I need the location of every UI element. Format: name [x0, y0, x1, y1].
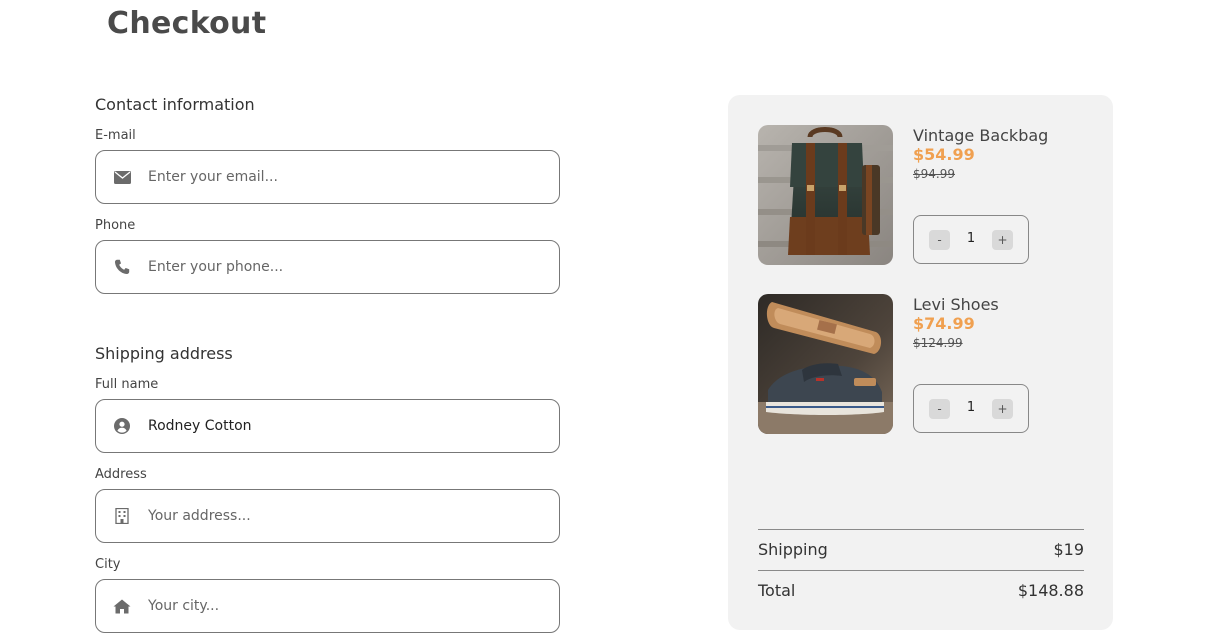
shoes-image: [758, 294, 893, 434]
increase-quantity-button[interactable]: +: [992, 230, 1013, 250]
home-icon: [96, 599, 148, 614]
page-title: Checkout: [107, 6, 267, 41]
address-input[interactable]: [148, 508, 528, 524]
divider: [758, 529, 1084, 530]
order-summary: Vintage Backbag $54.99 $94.99 - 1 + Levi…: [728, 95, 1113, 630]
phone-label: Phone: [95, 218, 136, 233]
product-name: Vintage Backbag: [913, 126, 1049, 145]
product-name: Levi Shoes: [913, 295, 999, 314]
full-name-input[interactable]: [148, 418, 528, 434]
product-price: $74.99: [913, 314, 975, 333]
product-price: $54.99: [913, 145, 975, 164]
envelope-icon: [96, 170, 148, 184]
shipping-label: Shipping: [758, 540, 828, 559]
email-label: E-mail: [95, 128, 136, 143]
email-field-container[interactable]: [95, 150, 560, 204]
city-label: City: [95, 557, 121, 572]
full-name-label: Full name: [95, 377, 159, 392]
city-field-container[interactable]: [95, 579, 560, 633]
address-field-container[interactable]: [95, 489, 560, 543]
total-label: Total: [758, 581, 796, 600]
quantity-value: 1: [966, 231, 976, 246]
email-input[interactable]: [148, 169, 528, 185]
building-icon: [96, 508, 148, 524]
total-value: $148.88: [1017, 581, 1084, 600]
shipping-value: $19: [1053, 540, 1084, 559]
cart-item: Vintage Backbag $54.99 $94.99 - 1 +: [758, 125, 1088, 265]
shipping-row: Shipping $19: [758, 540, 1084, 559]
backpack-image: [758, 125, 893, 265]
shipping-section-title: Shipping address: [95, 344, 233, 363]
total-row: Total $148.88: [758, 581, 1084, 600]
phone-icon: [96, 259, 148, 275]
product-old-price: $94.99: [913, 167, 955, 181]
user-circle-icon: [96, 418, 148, 434]
cart-item: Levi Shoes $74.99 $124.99 - 1 +: [758, 294, 1088, 434]
address-label: Address: [95, 467, 147, 482]
decrease-quantity-button[interactable]: -: [929, 230, 950, 250]
decrease-quantity-button[interactable]: -: [929, 399, 950, 419]
quantity-stepper: - 1 +: [913, 215, 1029, 264]
contact-section-title: Contact information: [95, 95, 255, 114]
product-old-price: $124.99: [913, 336, 963, 350]
quantity-value: 1: [966, 400, 976, 415]
quantity-stepper: - 1 +: [913, 384, 1029, 433]
city-input[interactable]: [148, 598, 528, 614]
divider: [758, 570, 1084, 571]
phone-field-container[interactable]: [95, 240, 560, 294]
increase-quantity-button[interactable]: +: [992, 399, 1013, 419]
full-name-field-container[interactable]: [95, 399, 560, 453]
phone-input[interactable]: [148, 259, 528, 275]
